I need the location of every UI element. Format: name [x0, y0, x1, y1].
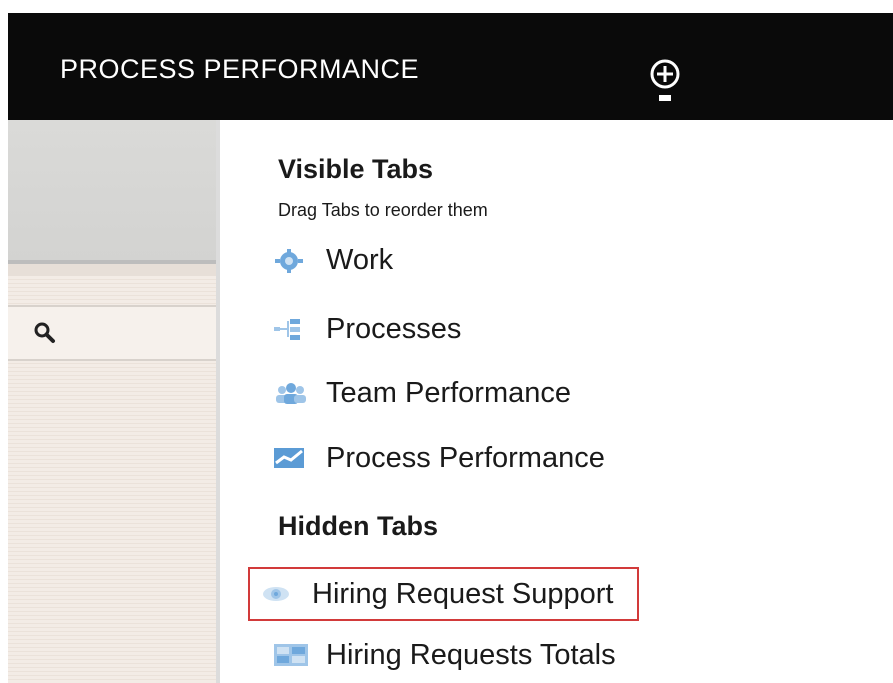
- gear-icon: [272, 246, 312, 274]
- eye-icon: [258, 580, 298, 608]
- process-flow-icon: [272, 315, 312, 343]
- left-panel: [8, 120, 220, 683]
- tabs-menu: Visible Tabs Drag Tabs to reorder them W…: [220, 120, 893, 683]
- header-bar: PROCESS PERFORMANCE: [8, 13, 893, 120]
- page: PROCESS PERFORMANCE Visible Tabs Drag Ta…: [0, 0, 893, 683]
- left-panel-header: [8, 120, 216, 264]
- tab-process-performance-label: Process Performance: [326, 441, 605, 474]
- left-panel-divider: [8, 264, 216, 276]
- search-row[interactable]: [8, 305, 216, 361]
- visible-tabs-hint: Drag Tabs to reorder them: [278, 200, 488, 220]
- tab-hiring-request-support-label: Hiring Request Support: [312, 577, 614, 610]
- tab-team-performance-label: Team Performance: [326, 376, 571, 409]
- team-icon: [272, 379, 312, 407]
- tab-process-performance[interactable]: Process Performance: [272, 436, 605, 480]
- tab-team-performance[interactable]: Team Performance: [272, 371, 571, 415]
- tab-hiring-requests-totals[interactable]: Hiring Requests Totals: [272, 633, 616, 677]
- tab-work[interactable]: Work: [272, 238, 393, 282]
- plus-circle-icon: [650, 59, 680, 101]
- visible-tabs-title: Visible Tabs: [278, 154, 434, 184]
- add-tab-button[interactable]: [648, 57, 682, 105]
- header-title: PROCESS PERFORMANCE: [60, 54, 420, 84]
- hidden-tabs-title: Hidden Tabs: [278, 511, 439, 541]
- tab-hiring-request-support[interactable]: Hiring Request Support: [247, 567, 640, 621]
- chart-icon: [272, 444, 312, 472]
- tab-work-label: Work: [326, 243, 394, 276]
- tab-processes[interactable]: Processes: [272, 307, 461, 351]
- dashboard-icon: [272, 641, 312, 669]
- search-icon[interactable]: [34, 322, 56, 349]
- tab-hiring-requests-totals-label: Hiring Requests Totals: [326, 638, 616, 671]
- tab-processes-label: Processes: [326, 312, 462, 345]
